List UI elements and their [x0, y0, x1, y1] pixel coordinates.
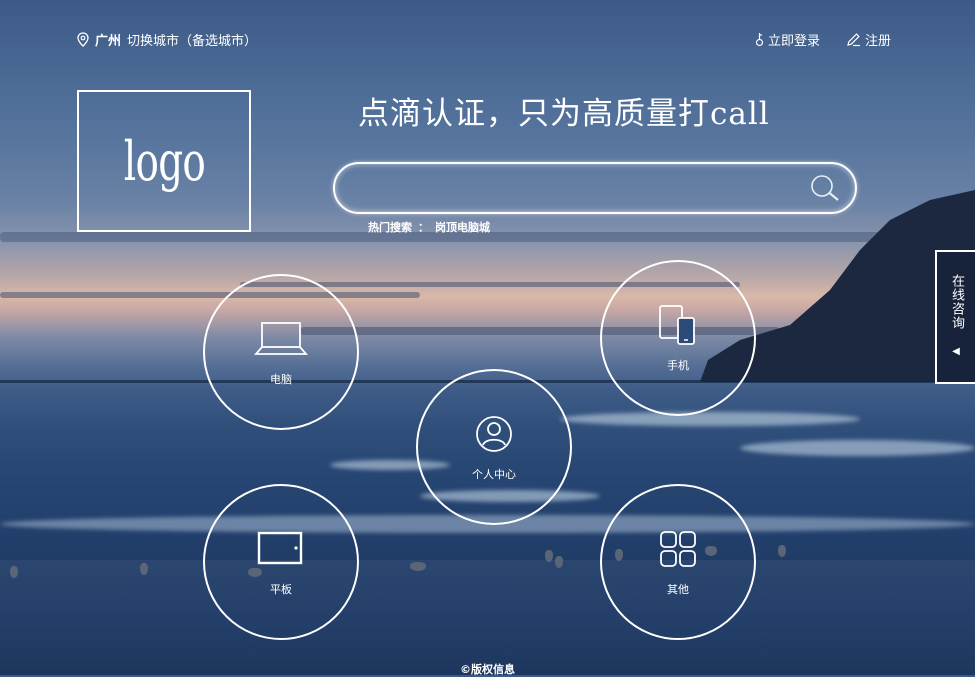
slogan: 点滴认证，只为高质量打call [358, 96, 770, 132]
register-link[interactable]: 注册 [846, 30, 891, 49]
key-icon [755, 33, 764, 47]
online-consult-label: 在线咨询 [949, 274, 964, 330]
search-bar [333, 162, 857, 214]
map-pin-icon [77, 32, 89, 47]
seagull [140, 563, 148, 575]
category-phone[interactable]: 手机 [600, 260, 756, 416]
auth-links: 立即登录 注册 [755, 30, 891, 49]
category-tablet[interactable]: 平板 [203, 484, 359, 640]
login-label: 立即登录 [767, 34, 820, 49]
search-input[interactable] [355, 174, 799, 202]
hot-search: 热门搜索 ： 岗顶电脑城 [368, 219, 496, 235]
user-icon [476, 416, 512, 452]
switch-city-link[interactable]: 切换城市（备选城市） [127, 30, 257, 49]
caret-left-icon: ◀ [952, 346, 960, 357]
wave [560, 412, 860, 426]
category-user-center[interactable]: 个人中心 [416, 369, 572, 525]
category-other[interactable]: 其他 [600, 484, 756, 640]
search-icon[interactable] [809, 173, 841, 203]
category-label: 平板 [270, 583, 292, 596]
category-computer[interactable]: 电脑 [203, 274, 359, 430]
logo-text: logo [123, 129, 205, 193]
category-label: 个人中心 [472, 468, 516, 481]
pencil-icon [847, 33, 860, 47]
grid-icon [660, 531, 696, 567]
category-label: 手机 [667, 359, 689, 372]
phone-icon [659, 305, 695, 345]
tablet-icon [257, 531, 303, 565]
location-bar: 广州 切换城市（备选城市） [77, 30, 257, 49]
cloud-band [0, 292, 420, 298]
current-city: 广州 [95, 34, 122, 49]
laptop-icon [254, 322, 308, 355]
hot-search-separator: ： [418, 221, 429, 234]
category-label: 电脑 [270, 373, 292, 386]
category-label: 其他 [667, 583, 689, 596]
wave [740, 440, 975, 456]
seagull [778, 545, 786, 557]
seagull [545, 550, 553, 562]
online-consult-tab[interactable]: 在线咨询 ◀ [935, 250, 975, 384]
login-link[interactable]: 立即登录 [755, 30, 820, 49]
beach [0, 560, 975, 675]
hot-search-item[interactable]: 岗顶电脑城 [435, 221, 490, 234]
register-label: 注册 [864, 34, 891, 49]
seagull [10, 566, 18, 578]
seagull [555, 556, 563, 568]
hot-search-label: 热门搜索 [368, 221, 412, 234]
seagull [410, 562, 426, 571]
logo[interactable]: logo [77, 90, 251, 232]
